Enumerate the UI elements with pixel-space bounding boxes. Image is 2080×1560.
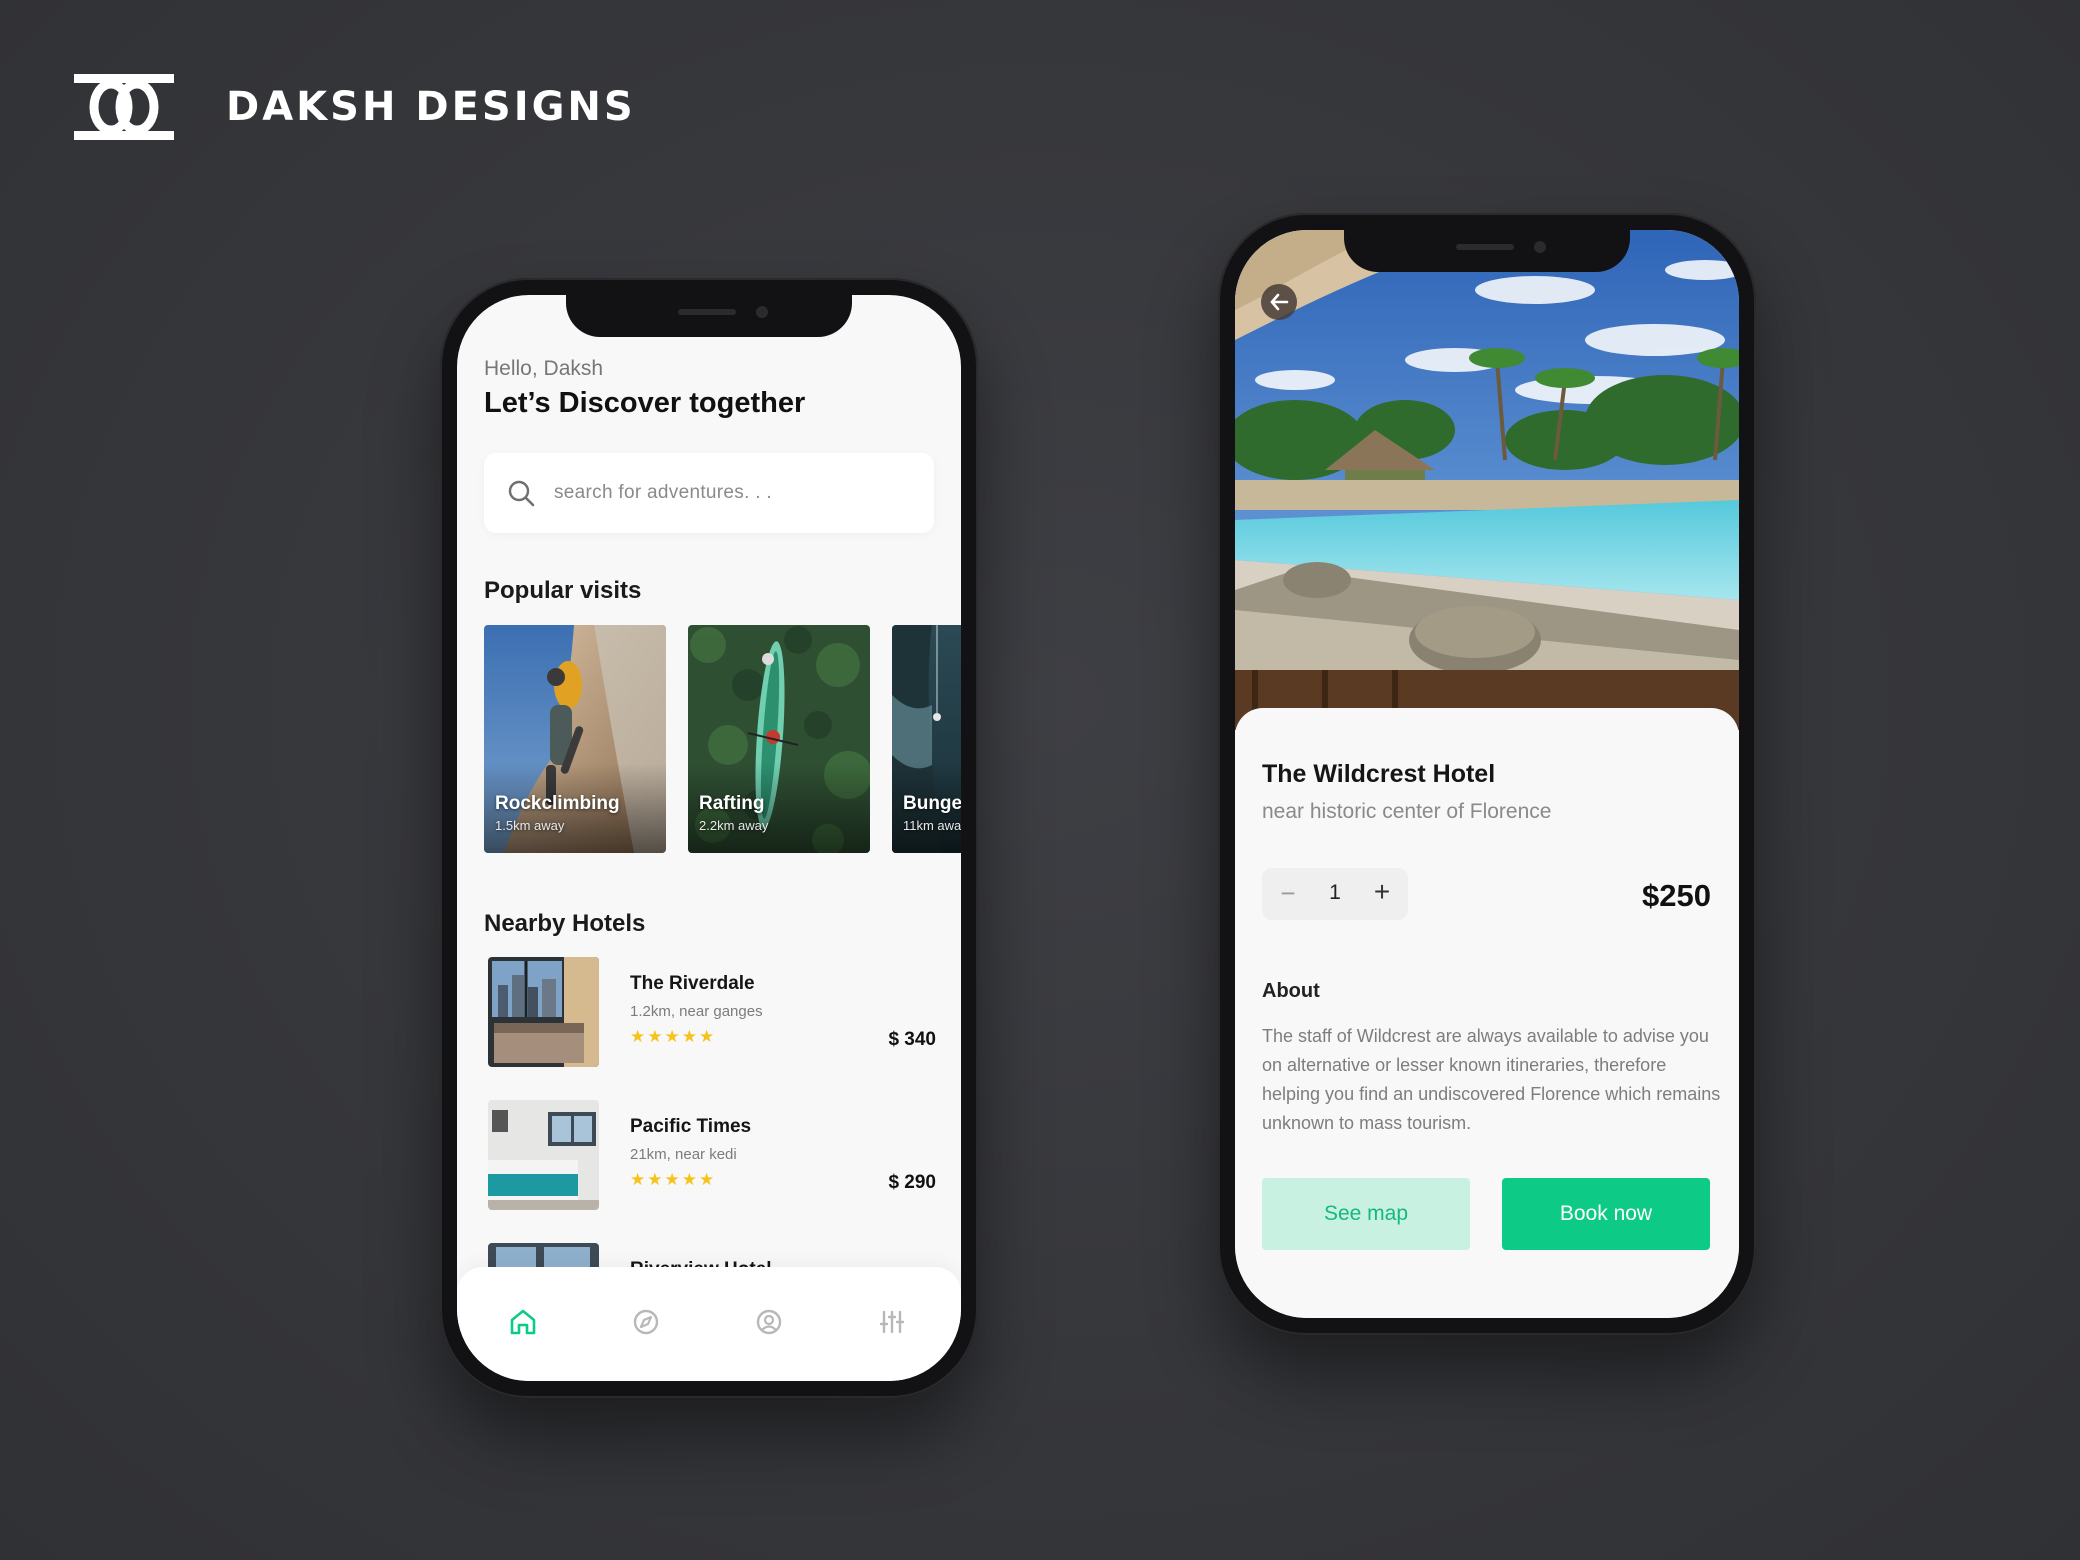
profile-icon[interactable]: [754, 1307, 784, 1337]
detail-screen: The Wildcrest Hotel near historic center…: [1235, 230, 1739, 1318]
hotel-price: $250: [1642, 878, 1711, 913]
decrement-button[interactable]: −: [1276, 879, 1300, 907]
popular-visits-title: Popular visits: [484, 577, 642, 604]
hotel-thumbnail: [488, 1100, 599, 1210]
rating-stars: ★★★★★: [630, 1027, 717, 1046]
quantity-stepper: − 1 +: [1262, 868, 1408, 920]
hotel-thumbnail: [488, 957, 599, 1067]
search-placeholder[interactable]: search for adventures. . .: [554, 482, 772, 504]
hotel-name: The Riverdale: [630, 973, 755, 994]
back-button[interactable]: [1261, 284, 1297, 320]
hotel-row[interactable]: Pacific Times 21km, near kedi ★★★★★ $ 29…: [484, 1100, 936, 1212]
hotel-name: Pacific Times: [630, 1116, 752, 1137]
phone-detail: The Wildcrest Hotel near historic center…: [1218, 213, 1756, 1335]
hotel-row[interactable]: The Riverdale 1.2km, near ganges ★★★★★ $…: [484, 957, 936, 1069]
book-now-button[interactable]: Book now: [1502, 1178, 1710, 1250]
brand-header: DAKSH DESIGNS: [74, 74, 636, 140]
popular-card-title: Rockclimbing: [495, 793, 620, 814]
popular-card-bungee[interactable]: Bungee 11km away: [892, 625, 961, 853]
search-input[interactable]: search for adventures. . .: [484, 453, 934, 533]
greeting: Hello, Daksh: [484, 357, 604, 380]
phone-notch: [566, 295, 852, 337]
popular-card-distance: 2.2km away: [699, 818, 769, 833]
phone-notch: [1344, 230, 1630, 272]
about-title: About: [1262, 980, 1320, 1002]
compass-icon[interactable]: [631, 1307, 661, 1337]
page-title: Let’s Discover together: [484, 387, 806, 419]
nearby-hotels-title: Nearby Hotels: [484, 910, 646, 937]
detail-sheet: The Wildcrest Hotel near historic center…: [1235, 708, 1739, 1318]
hotel-subtitle: near historic center of Florence: [1262, 800, 1552, 823]
popular-card-rockclimbing[interactable]: Rockclimbing 1.5km away: [484, 625, 666, 853]
phone-home: Hello, Daksh Let’s Discover together sea…: [440, 278, 978, 1398]
rating-stars: ★★★★★: [630, 1170, 717, 1189]
quantity-value: 1: [1329, 881, 1341, 904]
see-map-button[interactable]: See map: [1262, 1178, 1470, 1250]
search-icon: [508, 480, 535, 507]
bottom-tab-bar: [457, 1267, 961, 1381]
hotel-hero-photo: [1235, 230, 1739, 730]
increment-button[interactable]: +: [1370, 878, 1394, 906]
popular-card-title: Rafting: [699, 793, 765, 814]
home-screen: Hello, Daksh Let’s Discover together sea…: [457, 295, 961, 1381]
hotel-price: $ 290: [888, 1172, 936, 1193]
popular-card-title: Bungee: [903, 793, 961, 814]
hotel-distance: 1.2km, near ganges: [630, 1003, 763, 1020]
popular-card-rafting[interactable]: Rafting 2.2km away: [688, 625, 870, 853]
home-icon[interactable]: [508, 1307, 538, 1337]
arrow-left-icon: [1270, 293, 1289, 311]
brand-name: DAKSH DESIGNS: [226, 84, 636, 130]
hotel-title: The Wildcrest Hotel: [1262, 760, 1496, 788]
hotel-price: $ 340: [888, 1029, 936, 1050]
about-text: The staff of Wildcrest are always availa…: [1262, 1026, 1721, 1133]
brand-logo: [74, 74, 174, 140]
popular-card-distance: 1.5km away: [495, 818, 565, 833]
popular-card-distance: 11km away: [903, 818, 961, 833]
filters-icon[interactable]: [877, 1307, 907, 1337]
hotel-distance: 21km, near kedi: [630, 1146, 737, 1163]
